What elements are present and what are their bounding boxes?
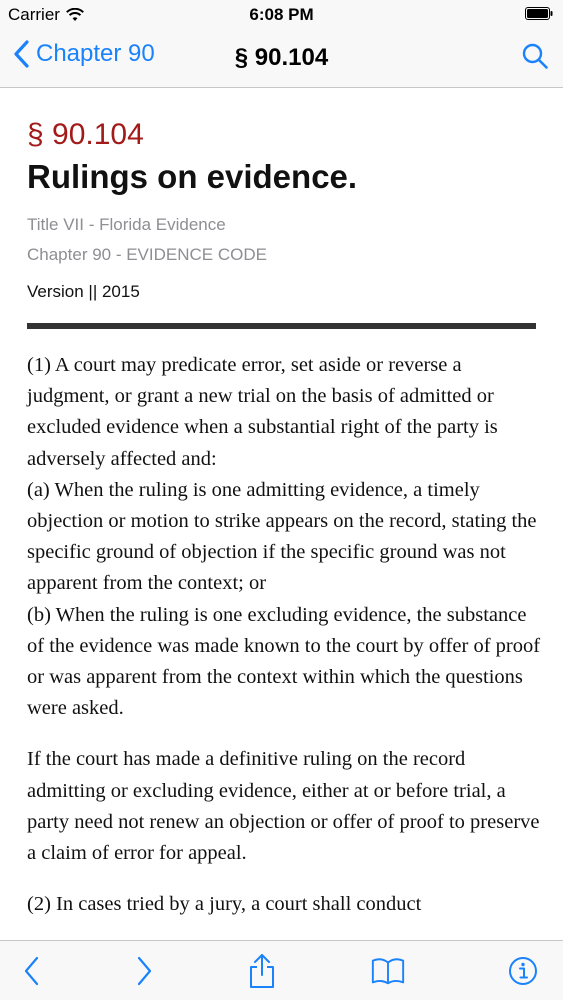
paragraph-1b: (b) When the ruling is one excluding evi… [27, 603, 541, 720]
paragraph-3: (2) In cases tried by a jury, a court sh… [27, 893, 422, 916]
search-icon[interactable] [521, 42, 549, 70]
share-icon [250, 954, 274, 988]
info-icon [509, 957, 537, 985]
section-number: § 90.104 [27, 118, 144, 151]
chapter-line: Chapter 90 - EVIDENCE CODE [27, 245, 267, 264]
version-line: Version || 2015 [27, 282, 140, 301]
title-line: Title VII - Florida Evidence [27, 215, 226, 234]
forward-arrow-icon [137, 956, 152, 986]
next-section-button[interactable] [126, 953, 162, 989]
back-button[interactable]: Chapter 90 [14, 40, 155, 68]
statute-text: (1) A court may predicate error, set asi… [27, 350, 542, 920]
navigation-bar: Chapter 90 § 90.104 [0, 30, 563, 88]
book-icon [371, 958, 405, 985]
section-divider [27, 323, 536, 329]
chevron-left-icon [14, 40, 29, 68]
article-content[interactable]: § 90.104 Rulings on evidence. Title VII … [0, 88, 563, 940]
section-title: Rulings on evidence. [27, 158, 358, 195]
back-arrow-icon [24, 956, 39, 986]
status-time: 6:08 PM [249, 5, 314, 24]
info-button[interactable] [505, 953, 541, 989]
status-bar: Carrier 6:08 PM [0, 0, 563, 30]
paragraph-2: If the court has made a definitive rulin… [27, 748, 540, 865]
bookmarks-button[interactable] [370, 953, 406, 989]
previous-section-button[interactable] [14, 953, 50, 989]
paragraph-1: (1) A court may predicate error, set asi… [27, 354, 498, 470]
back-button-label: Chapter 90 [36, 40, 155, 67]
share-button[interactable] [244, 953, 280, 989]
paragraph-1a: (a) When the ruling is one admitting evi… [27, 478, 537, 595]
battery-icon [525, 7, 553, 20]
bottom-toolbar [0, 940, 563, 1000]
